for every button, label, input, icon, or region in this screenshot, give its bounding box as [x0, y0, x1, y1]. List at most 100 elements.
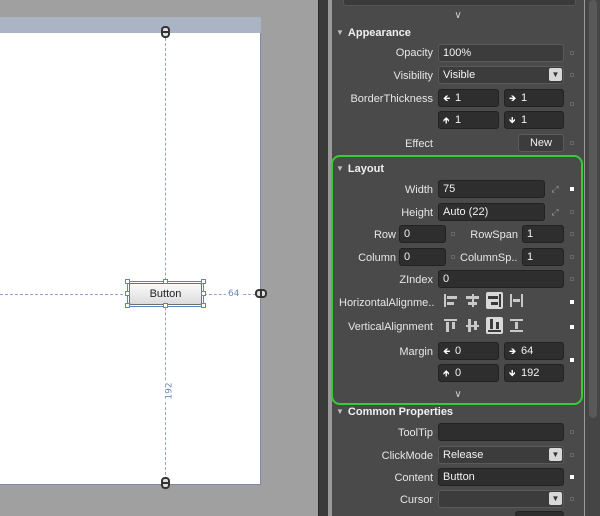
bottom-anchor-pin-icon[interactable] [161, 477, 170, 489]
arrow-right-icon: 🡺 [509, 93, 517, 103]
border-left-field[interactable]: 🡸 1 [438, 89, 499, 107]
collapse-triangle-icon: ▼ [336, 164, 344, 173]
expand-arrows-icon[interactable]: ⤢ [550, 207, 560, 217]
margin-bottom-measure: 192 [164, 380, 175, 402]
align-center-horizontal-icon[interactable] [464, 292, 481, 309]
top-anchor-pin-icon[interactable] [161, 26, 170, 38]
height-marker[interactable] [570, 210, 574, 214]
chevron-down-icon[interactable]: ▼ [549, 68, 562, 81]
column-label: Column [358, 252, 396, 264]
row-label: Row [373, 229, 396, 241]
visibility-label: Visibility [393, 70, 433, 82]
margin-bottom-field[interactable]: 🡻 192 [504, 364, 564, 382]
columnspan-marker[interactable] [570, 255, 574, 259]
collapse-triangle-icon: ▼ [336, 28, 344, 37]
expand-arrows-icon[interactable]: ⤢ [550, 184, 560, 194]
opacity-label: Opacity [395, 47, 433, 59]
panel-scrollbar-thumb[interactable] [589, 0, 597, 418]
horizontal-alignment-label: HorizontalAlignme... [339, 297, 434, 309]
margin-left-field[interactable]: 🡸 0 [438, 342, 499, 360]
chevron-down-icon[interactable]: ▼ [549, 492, 562, 505]
border-bottom-field[interactable]: 🡻 1 [504, 111, 564, 129]
next-field-partial[interactable] [515, 511, 564, 516]
rowspan-field[interactable]: 1 [522, 225, 564, 243]
artboard[interactable] [0, 33, 261, 485]
row-field[interactable]: 0 [399, 225, 446, 243]
column-marker[interactable] [451, 255, 455, 259]
height-field[interactable]: Auto (22) [438, 203, 545, 221]
cursor-dropdown[interactable] [438, 490, 564, 508]
previous-section-field [343, 0, 576, 6]
visibility-marker[interactable] [570, 73, 574, 77]
resize-handle-bottom-right[interactable] [201, 303, 206, 308]
layout-expand-chevron-icon[interactable]: ∨ [452, 389, 464, 400]
arrow-down-icon: 🡻 [509, 115, 516, 125]
align-stretch-vertical-icon[interactable] [508, 317, 525, 334]
border-top-field[interactable]: 🡹 1 [438, 111, 499, 129]
row-marker[interactable] [451, 232, 455, 236]
width-field[interactable]: 75 [438, 180, 545, 198]
horizontal-guide-left [0, 294, 128, 295]
tooltip-marker[interactable] [570, 430, 574, 434]
right-anchor-pin-icon[interactable] [255, 289, 267, 298]
rowspan-label: RowSpan [470, 229, 518, 241]
resize-handle-top[interactable] [163, 279, 168, 284]
arrow-right-icon: 🡺 [509, 346, 517, 356]
margin-label: Margin [399, 346, 433, 358]
resize-handle-top-left[interactable] [125, 279, 130, 284]
width-marker[interactable] [570, 187, 574, 191]
effect-new-button[interactable]: New [518, 134, 564, 152]
collapse-triangle-icon: ▼ [336, 407, 344, 416]
arrow-down-icon: 🡻 [509, 368, 516, 378]
column-field[interactable]: 0 [399, 248, 446, 266]
panel-splitter[interactable] [318, 0, 328, 516]
cursor-marker[interactable] [570, 497, 574, 501]
clickmode-label: ClickMode [381, 450, 433, 462]
section-collapse-chevron-icon[interactable]: ∨ [452, 10, 464, 21]
content-marker[interactable] [570, 475, 574, 479]
horizontal-alignment-marker[interactable] [570, 300, 574, 304]
common-properties-section-header[interactable]: ▼ Common Properties [336, 406, 453, 422]
columnspan-field[interactable]: 1 [522, 248, 564, 266]
rowspan-marker[interactable] [570, 232, 574, 236]
vertical-alignment-marker[interactable] [570, 325, 574, 329]
align-top-icon[interactable] [442, 317, 459, 334]
cursor-label: Cursor [399, 494, 433, 506]
visibility-dropdown[interactable]: Visible [438, 66, 564, 84]
content-field[interactable]: Button [438, 468, 564, 486]
resize-handle-right[interactable] [201, 291, 206, 296]
tooltip-field[interactable] [438, 423, 564, 441]
margin-marker[interactable] [570, 358, 574, 362]
align-stretch-horizontal-icon[interactable] [508, 292, 525, 309]
border-right-field[interactable]: 🡺 1 [504, 89, 564, 107]
align-left-icon[interactable] [442, 292, 459, 309]
vertical-guide [165, 33, 166, 485]
arrow-up-icon: 🡹 [443, 368, 450, 378]
align-bottom-icon[interactable] [486, 317, 503, 334]
layout-section-header[interactable]: ▼ Layout [336, 163, 384, 179]
align-center-vertical-icon[interactable] [464, 317, 481, 334]
zindex-marker[interactable] [570, 277, 574, 281]
clickmode-marker[interactable] [570, 453, 574, 457]
border-marker[interactable] [570, 102, 574, 106]
appearance-section-header[interactable]: ▼ Appearance [336, 27, 411, 43]
clickmode-dropdown[interactable]: Release [438, 446, 564, 464]
design-canvas[interactable]: 64 192 Button [0, 0, 318, 516]
border-thickness-label: BorderThickness [350, 93, 433, 105]
effect-marker[interactable] [570, 141, 574, 145]
selected-button-control[interactable]: Button [127, 281, 204, 307]
margin-top-field[interactable]: 🡹 0 [438, 364, 499, 382]
effect-label: Effect [405, 138, 433, 150]
align-right-icon[interactable] [486, 292, 503, 309]
resize-handle-bottom[interactable] [163, 303, 168, 308]
chevron-down-icon[interactable]: ▼ [549, 448, 562, 461]
resize-handle-bottom-left[interactable] [125, 303, 130, 308]
margin-right-field[interactable]: 🡺 64 [504, 342, 564, 360]
resize-handle-left[interactable] [125, 291, 130, 296]
arrow-up-icon: 🡹 [443, 115, 450, 125]
opacity-field[interactable]: 100% [438, 44, 564, 62]
zindex-field[interactable]: 0 [438, 270, 564, 288]
resize-handle-top-right[interactable] [201, 279, 206, 284]
tooltip-label: ToolTip [397, 427, 433, 439]
opacity-marker[interactable] [570, 51, 574, 55]
